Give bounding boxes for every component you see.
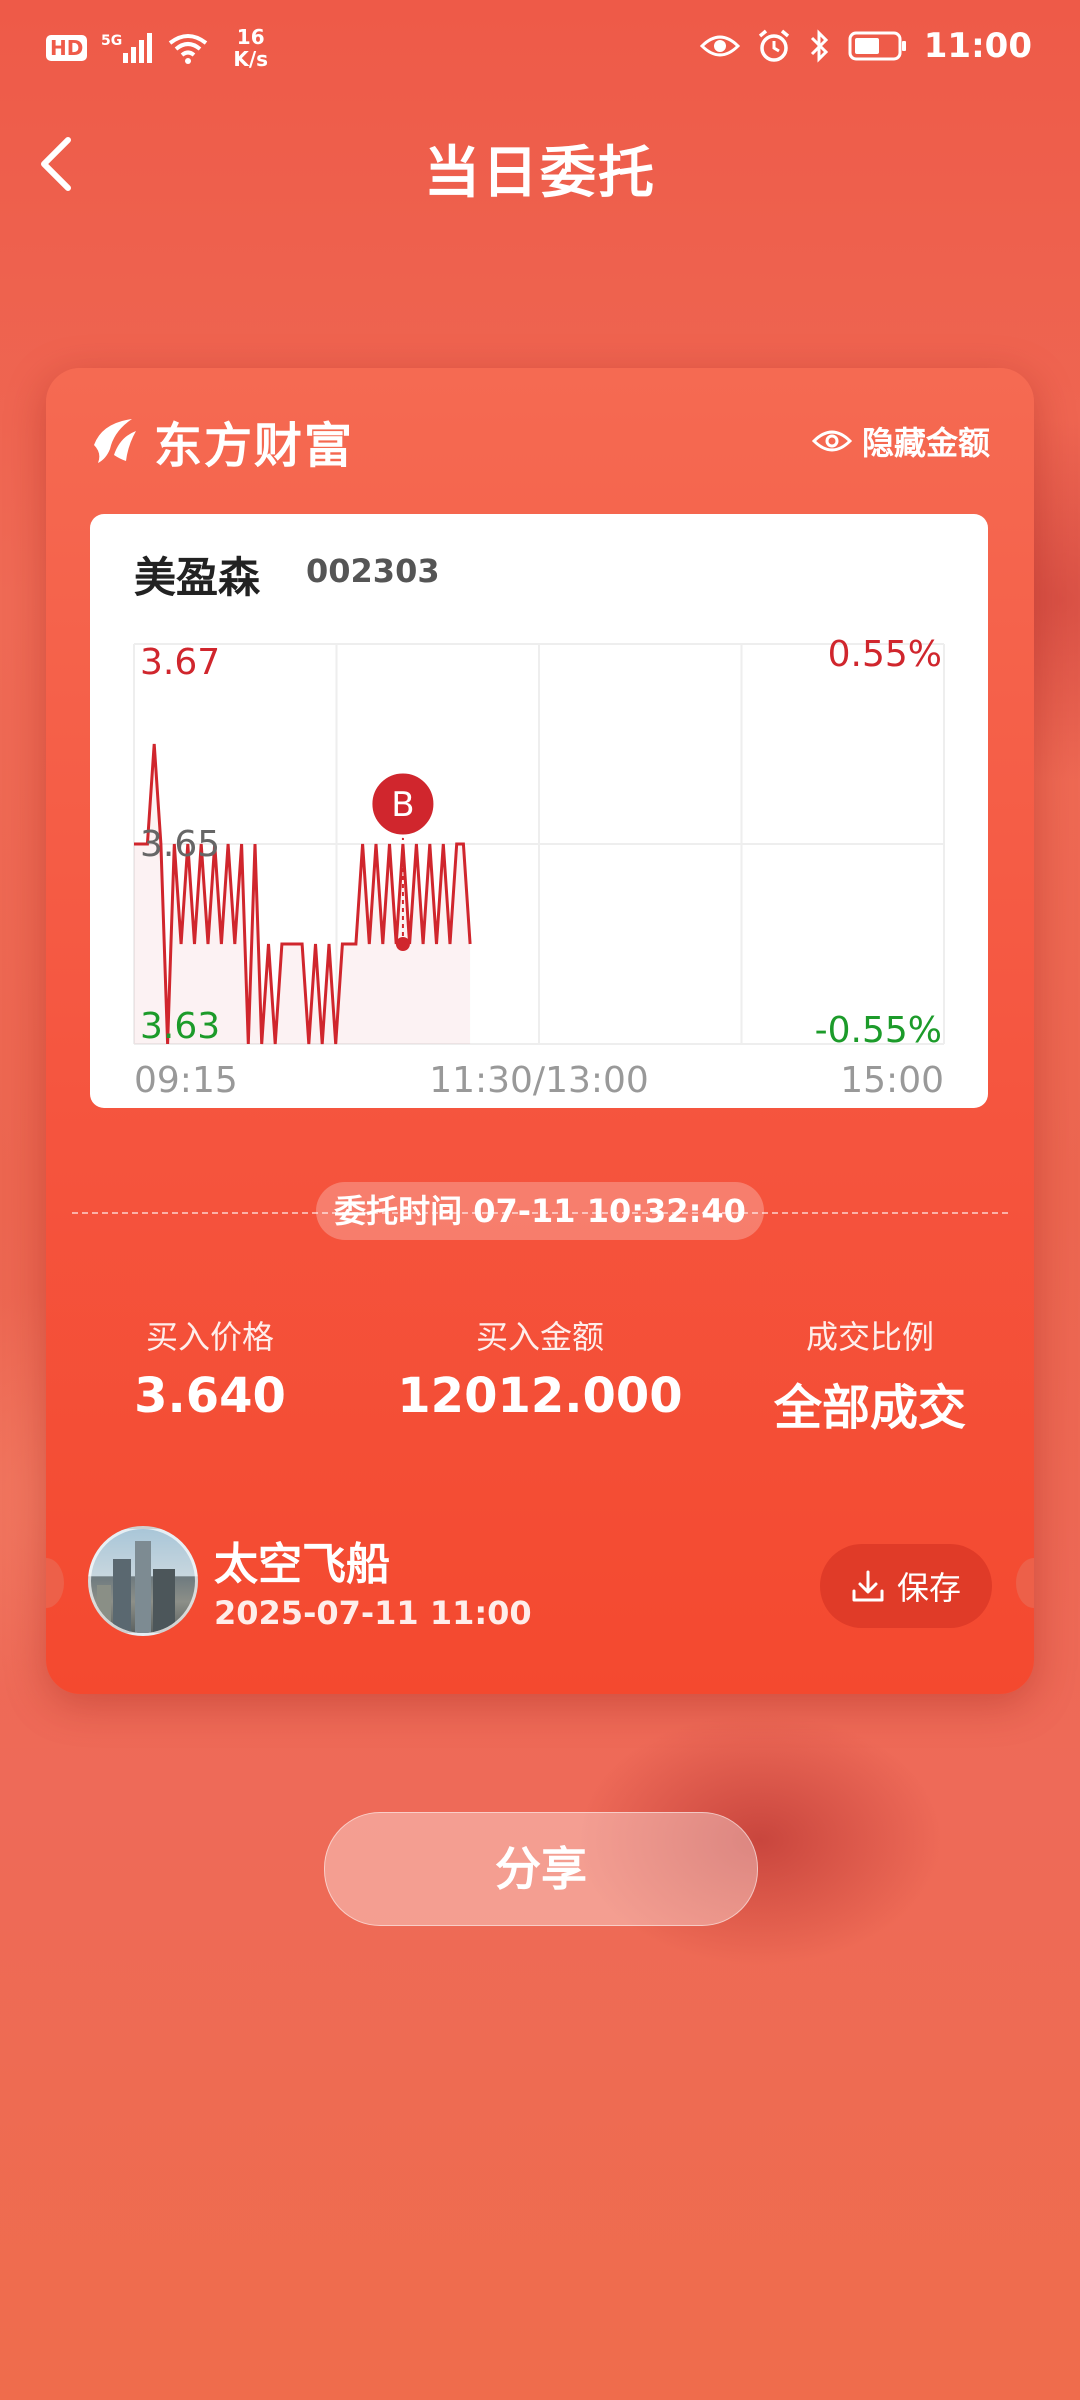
brand: 东方财富: [88, 406, 354, 476]
stat-label: 买入金额: [475, 1318, 604, 1356]
alarm-icon: [758, 29, 789, 62]
share-button[interactable]: 分享: [324, 1812, 758, 1926]
eastmoney-logo-icon: [94, 419, 136, 463]
buy-marker-label: B: [391, 785, 414, 825]
y-tick-label: 3.65: [140, 824, 220, 865]
marker-dot: [395, 937, 410, 951]
stat-fill-ratio: 成交比例 全部成交: [720, 1312, 1020, 1438]
x-tick-label: 11:30/13:00: [429, 1060, 649, 1101]
stat-label: 成交比例: [805, 1318, 934, 1356]
order-card: 东方财富 隐藏金额 美盈森 002303 B 3.67 3.65 3.63 0.55% -…: [46, 368, 1034, 1694]
net-speed-value: 16: [236, 25, 265, 49]
stat-buy-price: 买入价格 3.640: [60, 1312, 360, 1424]
stat-label: 买入价格: [145, 1318, 274, 1356]
save-button[interactable]: 保存: [820, 1544, 992, 1628]
hide-amount-toggle[interactable]: 隐藏金额: [811, 418, 990, 464]
user-name: 太空飞船: [214, 1539, 390, 1590]
net-speed-unit: K/s: [233, 47, 269, 71]
signal-icon: 5G: [101, 33, 153, 63]
stat-buy-amount: 买入金额 12012.000: [390, 1312, 690, 1424]
bluetooth-icon: [810, 29, 828, 63]
status-bar: HD 5G 16 K/s 11:00: [0, 0, 1080, 100]
notch-left: [46, 1558, 64, 1608]
wifi-icon: [169, 34, 208, 64]
y-tick-label: 3.67: [140, 642, 220, 683]
notch-right: [1016, 1558, 1034, 1608]
order-time: 委托时间 07-11 10:32:40: [316, 1182, 764, 1240]
status-time: 11:00: [923, 26, 1032, 66]
stat-value: 12012.000: [397, 1368, 683, 1424]
hd-icon: HD: [46, 35, 88, 61]
save-label: 保存: [896, 1569, 961, 1607]
net-speed: 16 K/s: [233, 26, 268, 70]
stat-value: 3.640: [134, 1368, 286, 1424]
y-tick-label-right: -0.55%: [815, 1010, 942, 1051]
download-icon: [852, 1570, 884, 1602]
brand-name: 东方财富: [154, 418, 355, 474]
avatar: [88, 1526, 198, 1636]
svg-text:5G: 5G: [101, 33, 122, 49]
y-tick-label: 3.63: [140, 1006, 220, 1047]
eye-icon: [699, 35, 740, 57]
y-tick-label-right: 0.55%: [828, 634, 942, 675]
building-photo-icon: [97, 1541, 175, 1633]
battery-icon: [848, 31, 906, 61]
x-tick-label: 09:15: [134, 1060, 238, 1101]
page-title: 当日委托: [424, 141, 656, 206]
x-tick-label: 15:00: [840, 1060, 944, 1101]
eye-icon: [811, 430, 852, 452]
intraday-chart: B 3.67 3.65 3.63 0.55% -0.55% 09:15 11:30/13:00…: [133, 634, 945, 1101]
user-datetime: 2025-07-11 11:00: [214, 1594, 532, 1632]
stat-value: 全部成交: [773, 1380, 966, 1436]
chart-panel: 美盈森 002303 B 3.67 3.65 3.63 0.55% -0.55% 09:15…: [90, 514, 988, 1108]
hide-amount-label: 隐藏金额: [861, 424, 990, 462]
